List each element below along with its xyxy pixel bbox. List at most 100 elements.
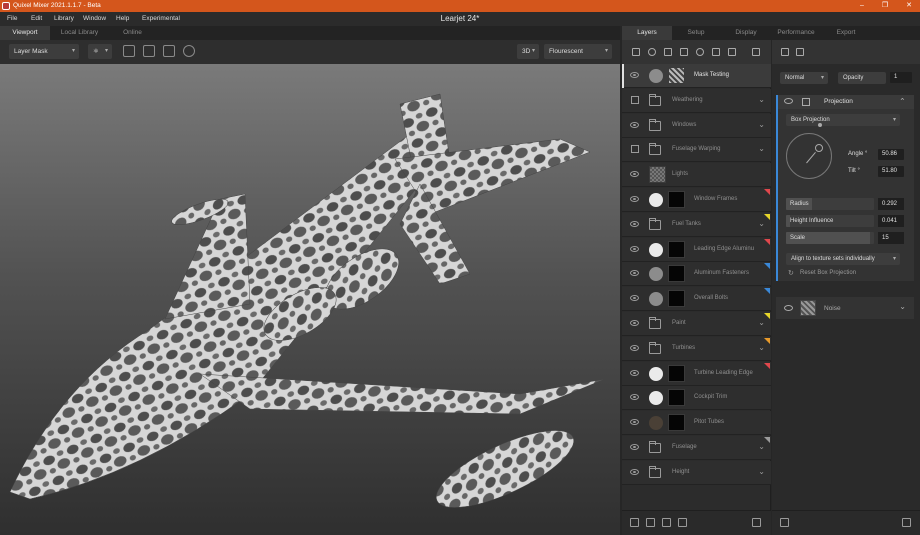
chevron-down-icon[interactable]: ⌄ — [758, 318, 765, 327]
smart-material-icon[interactable] — [662, 518, 671, 527]
eye-icon[interactable] — [630, 121, 639, 128]
add-adjustment-icon[interactable] — [712, 48, 720, 56]
mask-components-icon[interactable] — [796, 48, 804, 56]
projection-settings-icon[interactable] — [802, 98, 810, 106]
layer-row[interactable]: Windows ⌄ — [622, 113, 771, 138]
add-fill-icon[interactable] — [696, 48, 704, 56]
eye-icon[interactable] — [630, 196, 639, 202]
eye-icon[interactable] — [784, 98, 793, 104]
layer-row[interactable]: Lights — [622, 163, 771, 188]
eye-icon[interactable] — [784, 305, 793, 311]
grid-icon[interactable] — [163, 45, 175, 57]
layer-row[interactable]: Turbines ⌄ — [622, 336, 771, 361]
close-button[interactable]: ✕ — [902, 1, 916, 11]
eye-icon[interactable] — [630, 344, 639, 351]
mask-stack-icon[interactable] — [646, 518, 655, 527]
view-mode-dropdown[interactable]: Layer Mask ▾ — [9, 44, 79, 59]
radius-slider[interactable]: Radius — [786, 198, 874, 210]
eye-icon[interactable] — [630, 270, 639, 277]
image-view-icon[interactable] — [123, 45, 135, 57]
scale-slider[interactable]: Scale — [786, 232, 874, 244]
tab-online[interactable]: Online — [110, 26, 155, 40]
chevron-down-icon[interactable]: ⌄ — [758, 467, 765, 476]
eye-icon[interactable] — [630, 444, 639, 450]
menu-edit[interactable]: Edit — [31, 15, 42, 22]
tab-local-library[interactable]: Local Library — [52, 26, 107, 40]
layer-row[interactable]: Window Frames — [622, 188, 771, 212]
layer-row[interactable]: Paint ⌄ — [622, 312, 771, 336]
blend-mode-dropdown[interactable]: Normal ▾ — [780, 72, 828, 84]
layer-row[interactable]: Fuel Tanks ⌄ — [622, 212, 771, 237]
tab-setup[interactable]: Setup — [672, 26, 720, 40]
layer-row[interactable]: Fuselage ⌄ — [622, 436, 771, 460]
eye-icon[interactable] — [630, 220, 639, 227]
menu-help[interactable]: Help — [116, 15, 129, 22]
layer-row[interactable]: Fuselage Warping ⌄ — [622, 138, 771, 163]
chevron-down-icon[interactable]: ⌄ — [758, 442, 765, 451]
projection-type-dropdown[interactable]: Box Projection ▾ — [786, 114, 900, 126]
eye-icon[interactable] — [630, 245, 639, 252]
tilt-input[interactable]: 51.80 — [878, 166, 904, 177]
checkbox-icon[interactable] — [631, 95, 639, 104]
chevron-down-icon[interactable]: ⌄ — [758, 95, 765, 104]
tab-export[interactable]: Export — [822, 26, 870, 40]
height-influence-input[interactable]: 0.041 — [878, 215, 904, 227]
add-layer-icon[interactable] — [632, 48, 640, 56]
layer-stack-icon[interactable] — [752, 48, 760, 56]
eye-icon[interactable] — [630, 369, 639, 376]
eye-icon[interactable] — [630, 468, 639, 475]
eye-icon[interactable] — [630, 419, 639, 426]
chevron-down-icon[interactable]: ⌄ — [899, 302, 906, 311]
render-mode-dropdown[interactable]: 3D ▾ — [517, 44, 539, 59]
delete-component-icon[interactable] — [902, 518, 911, 527]
eye-icon[interactable] — [630, 320, 639, 326]
layer-row[interactable]: Pitot Tubes — [622, 411, 771, 436]
layer-row[interactable]: Leading Edge Aluminu — [622, 237, 771, 262]
menu-window[interactable]: Window — [83, 15, 106, 22]
layer-row[interactable]: Mask Testing — [622, 64, 771, 88]
noise-card[interactable]: Noise ⌄ — [776, 297, 914, 319]
eye-icon[interactable] — [630, 171, 639, 178]
delete-layer-icon[interactable] — [752, 518, 761, 527]
layer-row[interactable]: Turbine Leading Edge — [622, 361, 771, 386]
tab-display[interactable]: Display — [722, 26, 770, 40]
scale-input[interactable]: 15 — [878, 232, 904, 244]
chevron-down-icon[interactable]: ⌄ — [758, 219, 765, 228]
sphere-preview-icon[interactable] — [183, 45, 195, 57]
transform-tool-dropdown[interactable]: ⚛ ▾ — [88, 44, 112, 59]
height-influence-slider[interactable]: Height Influence — [786, 215, 874, 227]
add-paint-layer-icon[interactable] — [648, 48, 656, 56]
tab-viewport[interactable]: Viewport — [0, 26, 50, 40]
angle-dial[interactable] — [786, 133, 832, 179]
menu-file[interactable]: File — [7, 15, 17, 22]
layer-row[interactable]: Overall Bolts — [622, 287, 771, 312]
eye-icon[interactable] — [630, 295, 639, 302]
maximize-button[interactable]: ❐ — [878, 1, 892, 11]
lighting-dropdown[interactable]: Flourescent ▾ — [544, 44, 612, 59]
minimize-button[interactable]: – — [855, 1, 869, 11]
eye-icon[interactable] — [630, 394, 639, 401]
layer-row[interactable]: Weathering ⌄ — [622, 88, 771, 113]
opacity-input[interactable]: 1 — [890, 72, 912, 83]
mask-settings-icon[interactable] — [781, 48, 789, 56]
split-view-icon[interactable] — [143, 45, 155, 57]
add-folder-icon[interactable] — [678, 518, 687, 527]
layer-row[interactable]: Cockpit Trim — [622, 386, 771, 411]
radius-input[interactable]: 0.292 — [878, 198, 904, 210]
add-surface-icon[interactable] — [664, 48, 672, 56]
add-mask-folder-icon[interactable] — [780, 518, 789, 527]
chevron-down-icon[interactable]: ⌄ — [758, 144, 765, 153]
menu-library[interactable]: Library — [54, 15, 74, 22]
eye-icon[interactable] — [630, 72, 639, 78]
angle-input[interactable]: 50.86 — [878, 149, 904, 160]
reset-box-projection-button[interactable]: Reset Box Projection — [800, 270, 856, 276]
collapse-icon[interactable]: ⌄ — [899, 96, 906, 105]
dial-handle-icon[interactable] — [815, 144, 823, 152]
layer-row[interactable]: Aluminum Fasteners — [622, 262, 771, 287]
chevron-down-icon[interactable]: ⌄ — [758, 120, 765, 129]
tab-performance[interactable]: Performance — [772, 26, 820, 40]
chevron-down-icon[interactable]: ⌄ — [758, 343, 765, 352]
checkbox-icon[interactable] — [631, 145, 639, 154]
add-solid-icon[interactable] — [680, 48, 688, 56]
brush-icon[interactable] — [728, 48, 736, 56]
